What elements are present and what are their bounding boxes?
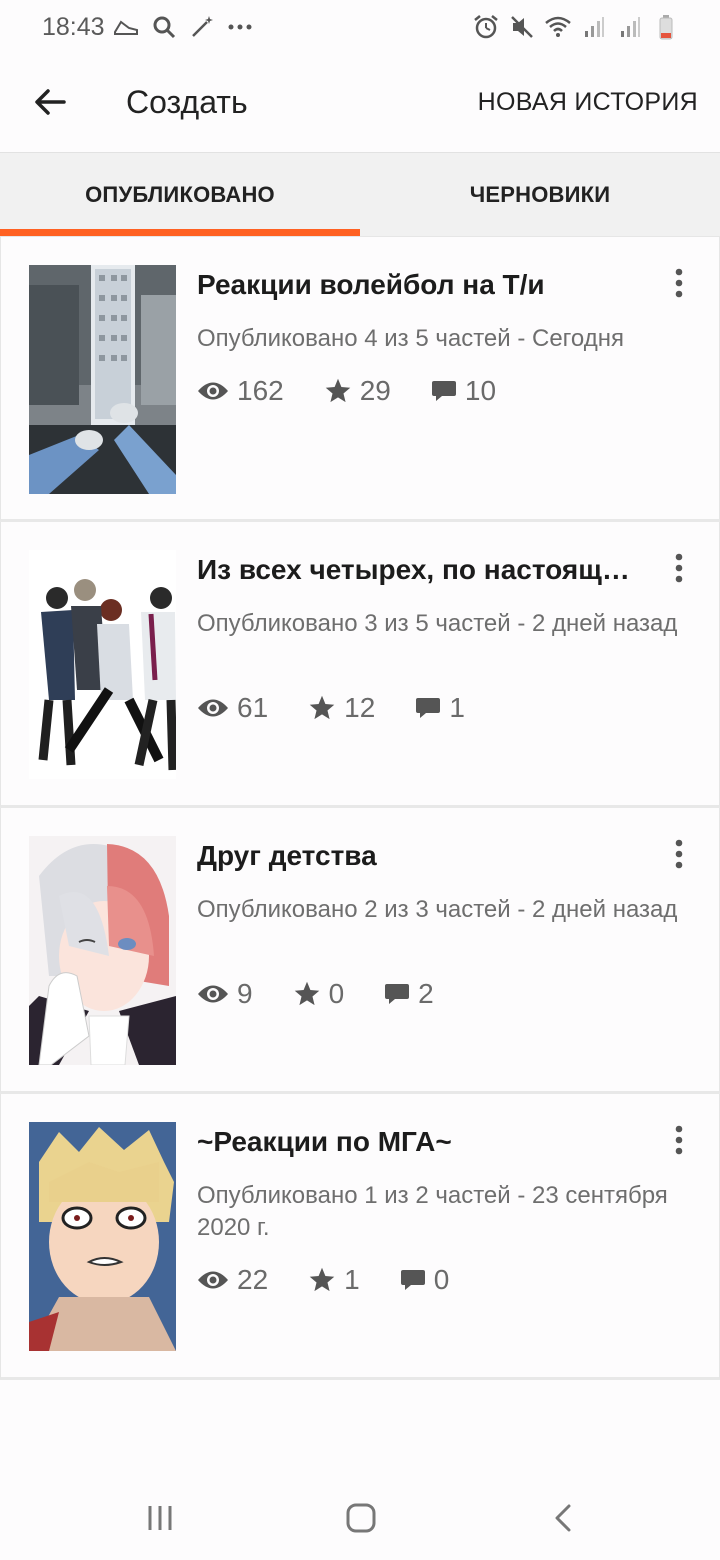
story-meta: Опубликовано 3 из 5 частей - 2 дней наза… (197, 610, 678, 637)
status-time: 18:43 (42, 13, 105, 41)
star-icon (294, 981, 319, 1006)
votes-stat: 12 (308, 692, 375, 724)
story-card[interactable]: Друг детства Опубликовано 2 из 3 частей … (0, 808, 720, 1094)
mute-icon (508, 13, 536, 41)
story-title: Из всех четырех, по настоящему (197, 554, 637, 585)
views-stat: 61 (197, 692, 268, 724)
signal-icon (616, 13, 644, 41)
story-meta: Опубликовано 1 из 2 частей - 23 сентября… (197, 1182, 668, 1241)
story-title: Друг детства (197, 840, 377, 871)
story-card[interactable]: Реакции волейбол на Т/и Опубликовано 4 и… (0, 236, 720, 522)
tab-published[interactable]: ОПУБЛИКОВАНО (0, 153, 360, 237)
comments-count: 1 (449, 692, 465, 723)
comments-stat: 0 (400, 1264, 450, 1296)
signal-icon (580, 13, 608, 41)
votes-stat: 0 (293, 978, 345, 1010)
votes-count: 0 (328, 978, 345, 1009)
story-cover-image (29, 1122, 176, 1351)
star-icon (325, 378, 350, 403)
eye-icon (198, 1271, 228, 1289)
story-options-button[interactable] (661, 259, 697, 307)
story-stats: 61 12 1 (197, 692, 505, 724)
comments-stat: 1 (415, 692, 465, 724)
story-stats: 162 29 10 (197, 375, 536, 407)
alarm-icon (472, 13, 500, 41)
views-stat: 22 (197, 1264, 268, 1296)
story-meta: Опубликовано 4 из 5 частей - Сегодня (197, 325, 624, 352)
story-card[interactable]: Из всех четырех, по настоящему Опубликов… (0, 522, 720, 808)
story-options-button[interactable] (661, 544, 697, 592)
comment-icon (431, 381, 456, 401)
votes-count: 29 (359, 375, 391, 406)
status-right-icons (472, 12, 680, 42)
battery-icon (652, 13, 680, 41)
sneaker-icon (112, 13, 140, 41)
comment-icon (400, 1270, 425, 1290)
votes-stat: 1 (308, 1264, 360, 1296)
views-stat: 162 (197, 375, 284, 407)
app-bar: Создать НОВАЯ ИСТОРИЯ (0, 56, 720, 152)
star-icon (309, 695, 335, 720)
story-options-button[interactable] (661, 1116, 697, 1164)
comment-icon (416, 698, 441, 718)
tab-bar: ОПУБЛИКОВАНО ЧЕРНОВИКИ (0, 152, 720, 236)
comments-count: 0 (433, 1264, 450, 1295)
story-cover-image (29, 550, 176, 779)
eye-icon (198, 985, 228, 1003)
eye-icon (198, 382, 228, 400)
votes-stat: 29 (324, 375, 391, 407)
story-cover-image (29, 265, 176, 494)
status-left-icons (112, 12, 254, 42)
story-cover-image (29, 836, 176, 1065)
more-vert-icon (675, 1125, 683, 1155)
home-icon (346, 1503, 376, 1533)
story-stats: 22 1 0 (197, 1264, 489, 1296)
views-count: 9 (237, 978, 253, 1009)
home-button[interactable] (341, 1498, 381, 1538)
story-list: Реакции волейбол на Т/и Опубликовано 4 и… (0, 236, 720, 1380)
system-back-button[interactable] (543, 1498, 583, 1538)
back-button[interactable] (26, 78, 74, 126)
magic-wand-icon (188, 13, 216, 41)
story-stats: 9 0 2 (197, 978, 474, 1010)
active-tab-indicator (0, 229, 360, 236)
search-icon (150, 13, 178, 41)
tab-drafts[interactable]: ЧЕРНОВИКИ (360, 153, 720, 237)
views-count: 22 (237, 1264, 269, 1295)
system-nav-bar (0, 1470, 720, 1560)
new-story-button[interactable]: НОВАЯ ИСТОРИЯ (478, 88, 698, 117)
wifi-icon (544, 13, 572, 41)
comments-stat: 2 (384, 978, 434, 1010)
recent-apps-button[interactable] (140, 1498, 180, 1538)
arrow-left-icon (35, 89, 66, 115)
views-stat: 9 (197, 978, 253, 1010)
comment-icon (385, 984, 410, 1004)
more-vert-icon (675, 268, 683, 298)
story-title: Реакции волейбол на Т/и (197, 269, 545, 300)
votes-count: 1 (344, 1264, 360, 1295)
chevron-left-icon (555, 1504, 571, 1532)
comments-stat: 10 (431, 375, 496, 407)
more-dots-icon (226, 13, 254, 41)
story-card[interactable]: ~Реакции по МГА~ Опубликовано 1 из 2 час… (0, 1094, 720, 1380)
recent-apps-icon (148, 1506, 172, 1530)
votes-count: 12 (344, 692, 376, 723)
story-options-button[interactable] (661, 830, 697, 878)
star-icon (309, 1267, 335, 1292)
more-vert-icon (675, 553, 683, 583)
views-count: 162 (237, 375, 284, 406)
comments-count: 10 (464, 375, 497, 406)
story-title: ~Реакции по МГА~ (197, 1126, 452, 1157)
page-title: Создать (126, 84, 248, 120)
views-count: 61 (237, 692, 269, 723)
story-meta: Опубликовано 2 из 3 частей - 2 дней наза… (197, 896, 678, 923)
status-bar: 18:43 (0, 0, 720, 56)
comments-count: 2 (418, 978, 434, 1009)
more-vert-icon (675, 839, 683, 869)
eye-icon (198, 699, 228, 717)
